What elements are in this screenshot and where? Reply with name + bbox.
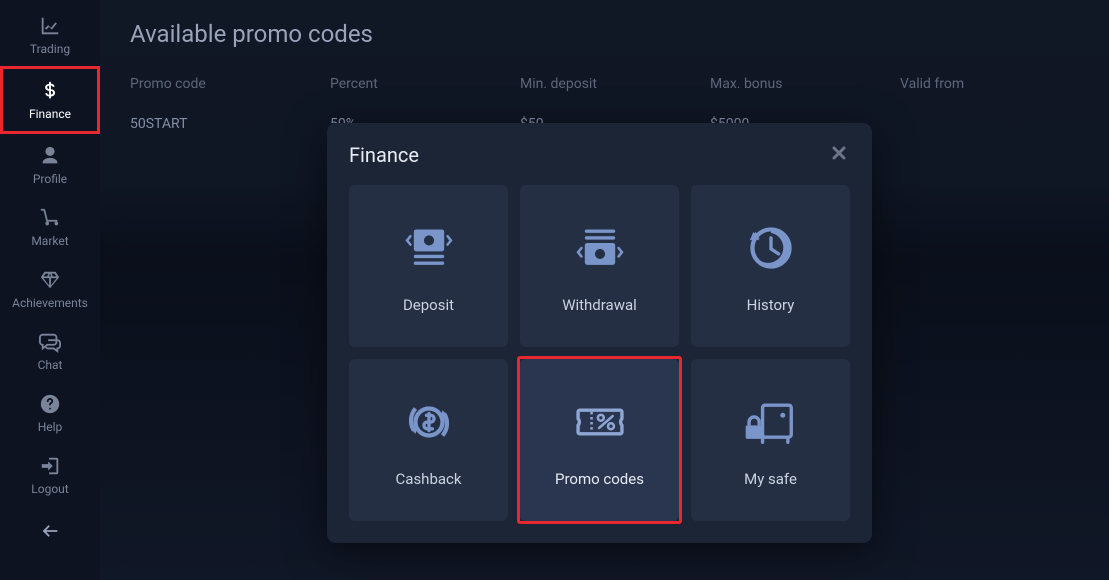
cell-valid-from [900,116,1079,132]
dollar-icon [39,79,61,103]
sidebar-item-achievements[interactable]: Achievements [0,258,100,320]
tile-deposit[interactable]: Deposit [349,185,508,347]
tile-label: Cashback [396,470,462,488]
sidebar-item-label: Finance [29,107,71,121]
chat-icon [39,330,61,354]
history-icon [744,218,798,278]
close-icon [831,145,847,165]
sidebar-item-label: Logout [31,482,68,496]
diamond-icon [39,268,61,292]
finance-modal: Finance Deposit [327,123,872,543]
help-icon [39,392,61,416]
table-header: Promo code Percent Min. deposit Max. bon… [130,76,1079,106]
modal-title: Finance [349,143,419,167]
sidebar: Trading Finance Profile Market Achieveme… [0,0,100,580]
sidebar-item-label: Chat [38,358,63,372]
sidebar-item-label: Market [31,234,68,248]
tile-promo-codes[interactable]: Promo codes [520,359,679,521]
tile-label: History [747,296,795,314]
tile-label: Promo codes [555,470,644,488]
tile-cashback[interactable]: Cashback [349,359,508,521]
user-icon [39,144,61,168]
col-valid-from: Valid from [900,76,1079,92]
chart-line-icon [39,14,61,38]
sidebar-item-chat[interactable]: Chat [0,320,100,382]
sidebar-item-help[interactable]: Help [0,382,100,444]
deposit-icon [402,218,456,278]
tile-label: Deposit [403,296,454,314]
sidebar-item-logout[interactable]: Logout [0,444,100,506]
modal-grid: Deposit Withdrawal [349,185,850,521]
promo-icon [573,392,627,452]
col-promo-code: Promo code [130,76,330,92]
close-button[interactable] [828,144,850,166]
withdrawal-icon [573,218,627,278]
tile-withdrawal[interactable]: Withdrawal [520,185,679,347]
tile-my-safe[interactable]: My safe [691,359,850,521]
arrow-left-icon [39,520,61,546]
sidebar-item-label: Help [38,420,63,434]
sidebar-collapse-button[interactable] [0,506,100,560]
sidebar-item-label: Achievements [12,296,88,310]
page-title: Available promo codes [130,20,1079,48]
sidebar-item-trading[interactable]: Trading [0,4,100,66]
cashback-icon [402,392,456,452]
sidebar-item-finance[interactable]: Finance [0,66,100,134]
col-min-deposit: Min. deposit [520,76,710,92]
sidebar-item-profile[interactable]: Profile [0,134,100,196]
sidebar-item-label: Profile [33,172,67,186]
tile-label: Withdrawal [562,296,637,314]
tile-history[interactable]: History [691,185,850,347]
tile-label: My safe [744,470,797,488]
col-percent: Percent [330,76,520,92]
cell-code: 50START [130,116,330,132]
cart-icon [39,206,61,230]
modal-header: Finance [349,143,850,167]
sidebar-item-market[interactable]: Market [0,196,100,258]
sidebar-item-label: Trading [30,42,70,56]
safe-icon [744,392,798,452]
col-max-bonus: Max. bonus [710,76,900,92]
logout-icon [39,454,61,478]
